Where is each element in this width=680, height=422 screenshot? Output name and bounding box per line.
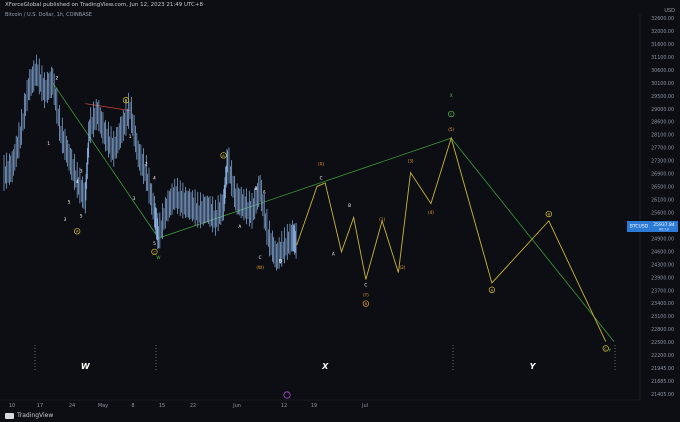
projection-path xyxy=(296,136,607,342)
price-tick-label: 21945.00 xyxy=(651,366,674,372)
wave-count-label: (3) xyxy=(408,158,414,163)
wave-count-label: 5 xyxy=(153,241,156,246)
chart-page: XForceGlobal published on TradingView.co… xyxy=(0,0,680,422)
price-tick-label: 21685.00 xyxy=(651,379,674,385)
wave-count-label: 1 xyxy=(129,134,132,139)
price-tick-label: 27300.00 xyxy=(651,159,674,165)
time-tick-label: 8 xyxy=(131,403,134,409)
purple-event-marker xyxy=(283,391,291,399)
price-tick-label: 26900.00 xyxy=(651,172,674,178)
circled-wave-label: C xyxy=(450,111,453,116)
wave-count-label: X xyxy=(450,93,453,98)
price-tick-label: 26100.00 xyxy=(651,198,674,204)
red-trendline xyxy=(85,103,131,111)
price-tick-label: 30600.00 xyxy=(651,68,674,74)
wave-count-label: B xyxy=(255,186,258,191)
time-tick-label: 10 xyxy=(9,403,15,409)
price-tick-label: 23700.00 xyxy=(651,288,674,294)
wave-count-label: 3 xyxy=(133,196,136,201)
price-tick-label: 31100.00 xyxy=(651,55,674,61)
price-tick-label: 21405.00 xyxy=(651,392,674,398)
price-tick-label: 24600.00 xyxy=(651,249,674,255)
wave-degree-label: W xyxy=(81,362,91,371)
price-tick-label: 26500.00 xyxy=(651,185,674,191)
wave-count-label: (X) xyxy=(318,162,325,167)
circled-wave-label: C xyxy=(153,249,156,254)
price-tag-symbol: BTCUSD xyxy=(630,224,649,230)
circled-wave-label: B xyxy=(548,211,551,216)
wave-count-label: (4) xyxy=(428,210,434,215)
price-tick-label: 23400.00 xyxy=(651,301,674,307)
price-tick-label: 25600.00 xyxy=(651,210,674,216)
wave-count-label: B xyxy=(348,203,351,208)
wave-count-label: 5 xyxy=(68,200,71,205)
price-tick-label: 27700.00 xyxy=(651,146,674,152)
wave-count-label: 1 xyxy=(47,141,50,146)
circled-wave-label: A xyxy=(76,229,79,234)
wave-count-label: C xyxy=(364,282,367,287)
time-tick-label: 12 xyxy=(281,403,287,409)
wave-count-label: A xyxy=(238,224,241,229)
time-tick-label: May xyxy=(98,403,108,409)
time-tick-label: 19 xyxy=(311,403,317,409)
circled-wave-label: B xyxy=(365,301,368,306)
wave-count-label: Y xyxy=(608,348,612,353)
price-tick-label: 24300.00 xyxy=(651,262,674,268)
price-tick-label: 29500.00 xyxy=(651,94,674,100)
wave-count-label: A xyxy=(332,251,335,256)
wave-count-label: C xyxy=(320,176,323,181)
price-tick-label: 29000.00 xyxy=(651,107,674,113)
wave-count-label: (2) xyxy=(399,265,405,270)
time-tick-label: Jun xyxy=(232,403,241,409)
wave-count-label: (W) xyxy=(256,265,264,270)
wave-count-label: W xyxy=(156,255,160,260)
price-tick-label: 28600.00 xyxy=(651,120,674,126)
wave-count-label: A xyxy=(263,189,266,194)
tradingview-icon xyxy=(5,412,14,419)
wave-count-label: 3 xyxy=(64,217,67,222)
time-tick-label: 17 xyxy=(37,403,43,409)
circled-wave-label: A xyxy=(222,153,225,158)
wave-count-label: (1) xyxy=(379,217,385,222)
wave-count-label: 3 xyxy=(80,169,83,174)
wave-count-label: 2 xyxy=(56,76,59,81)
price-tick-label: 22800.00 xyxy=(651,327,674,333)
circled-wave-label: B xyxy=(125,98,128,103)
wave-count-label: C xyxy=(259,255,262,260)
wave-count-label: (Y) xyxy=(363,293,369,298)
tradingview-logo-text: TradingView xyxy=(17,412,54,419)
wave-count-label: 5 xyxy=(80,213,83,218)
wave-degree-label: X xyxy=(321,362,329,371)
time-tick-label: 15 xyxy=(159,403,165,409)
price-tag-countdown: 00:10 xyxy=(659,228,669,232)
price-tick-label: 22200.00 xyxy=(651,353,674,359)
tradingview-logo[interactable]: TradingView xyxy=(5,412,53,419)
wave-count-label: B xyxy=(279,258,282,263)
price-tick-label: 23900.00 xyxy=(651,275,674,281)
circled-wave-label: A xyxy=(491,287,494,292)
price-chart[interactable]: 32600.00 32000.00 31600.00 31100.00 30600.00… xyxy=(0,0,680,422)
price-tick-label: 31600.00 xyxy=(651,42,674,48)
green-wave-path xyxy=(52,82,615,342)
price-tick-label: 30100.00 xyxy=(651,81,674,87)
price-tick-label: 32600.00 xyxy=(651,16,674,22)
wave-count-label: 4 xyxy=(76,179,79,184)
wave-count-label: 2 xyxy=(145,162,148,167)
price-tick-label: 23100.00 xyxy=(651,314,674,320)
circled-wave-label: C xyxy=(604,346,607,351)
wave-count-label: 4 xyxy=(153,176,156,181)
time-tick-label: Jul xyxy=(361,403,368,409)
price-tick-label: 28100.00 xyxy=(651,133,674,139)
wave-count-label: (5) xyxy=(448,127,454,132)
price-tick-label: 22500.00 xyxy=(651,340,674,346)
price-tick-label: 32000.00 xyxy=(651,29,674,35)
wave-degree-label: Y xyxy=(530,362,537,371)
time-tick-label: 22 xyxy=(190,403,196,409)
time-tick-label: 24 xyxy=(69,403,75,409)
price-tick-label: 24900.00 xyxy=(651,236,674,242)
